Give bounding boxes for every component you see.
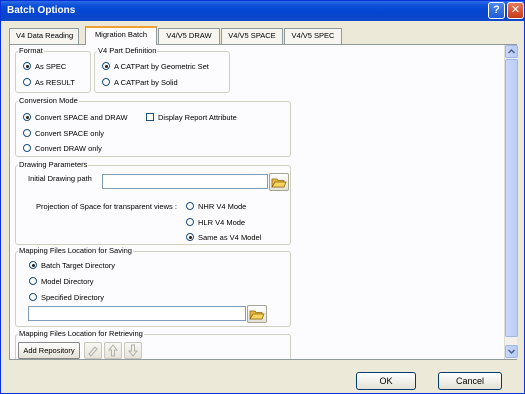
scroll-thumb[interactable] <box>505 59 518 337</box>
mapping-saving-group-label: Mapping Files Location for Saving <box>18 246 133 256</box>
initial-drawing-path-label: Initial Drawing path <box>28 174 92 183</box>
radio-label: A CATPart by Solid <box>114 78 178 87</box>
radio-label: Convert SPACE only <box>35 129 105 138</box>
radio-unselected-icon <box>23 78 31 86</box>
radio-label: As SPEC <box>35 62 67 71</box>
radio-label: Convert SPACE and DRAW <box>35 113 128 122</box>
mapping-saving-group: Mapping Files Location for Saving Batch … <box>15 246 291 327</box>
format-group: Format As SPEC As RESULT <box>15 46 91 93</box>
format-as-result-radio[interactable]: As RESULT <box>23 78 75 88</box>
add-repository-button[interactable]: Add Repository <box>18 342 80 359</box>
tab-v4-data-reading[interactable]: V4 Data Reading <box>9 28 79 44</box>
convert-draw-only-radio[interactable]: Convert DRAW only <box>23 144 102 154</box>
conversion-group-label: Conversion Mode <box>18 96 79 106</box>
convert-space-only-radio[interactable]: Convert SPACE only <box>23 129 104 139</box>
radio-selected-icon <box>29 261 37 269</box>
radio-label: Convert DRAW only <box>35 144 102 153</box>
window-title: Batch Options <box>7 5 76 16</box>
drawing-parameters-group: Drawing Parameters Initial Drawing path … <box>15 160 291 245</box>
hlr-v4-mode-radio[interactable]: HLR V4 Mode <box>186 218 245 228</box>
convert-space-draw-radio[interactable]: Convert SPACE and DRAW <box>23 113 128 123</box>
mapping-retrieving-group: Mapping Files Location for Retrieving Ad… <box>15 329 291 359</box>
radio-unselected-icon <box>23 144 31 152</box>
format-group-label: Format <box>18 46 44 56</box>
tab-v4v5-draw[interactable]: V4/V5 DRAW <box>158 28 220 44</box>
mapping-retrieving-group-label: Mapping Files Location for Retrieving <box>18 329 144 339</box>
vertical-scrollbar[interactable] <box>504 45 518 359</box>
folder-open-icon[interactable] <box>269 173 289 191</box>
scroll-down-button[interactable] <box>505 345 518 358</box>
radio-selected-icon <box>23 62 31 70</box>
tab-migration-batch[interactable]: Migration Batch <box>85 26 157 45</box>
specified-directory-input[interactable] <box>28 306 246 321</box>
radio-unselected-icon <box>29 277 37 285</box>
radio-selected-icon <box>102 62 110 70</box>
arrow-up-icon[interactable] <box>104 342 122 359</box>
v4-part-group-label: V4 Part Definition <box>97 46 158 56</box>
radio-selected-icon <box>23 113 31 121</box>
radio-label: NHR V4 Mode <box>198 202 247 211</box>
radio-unselected-icon <box>29 293 37 301</box>
pencil-icon[interactable] <box>84 342 102 359</box>
radio-label: Same as V4 Model <box>198 233 262 242</box>
radio-label: A CATPart by Geometric Set <box>114 62 209 71</box>
checkbox-label: Display Report Attribute <box>158 113 237 122</box>
close-button[interactable]: ✕ <box>507 2 524 19</box>
batch-target-directory-radio[interactable]: Batch Target Directory <box>29 261 115 271</box>
radio-selected-icon <box>186 233 194 241</box>
ok-button[interactable]: OK <box>356 372 416 390</box>
radio-label: Model Directory <box>41 277 94 286</box>
folder-open-icon[interactable] <box>247 305 267 323</box>
tab-v4v5-space[interactable]: V4/V5 SPACE <box>221 28 283 44</box>
initial-drawing-path-input[interactable] <box>102 174 268 189</box>
conversion-mode-group: Conversion Mode Convert SPACE and DRAW D… <box>15 96 291 157</box>
same-as-v4-model-radio[interactable]: Same as V4 Model <box>186 233 261 243</box>
radio-label: HLR V4 Mode <box>198 218 246 227</box>
title-bar: Batch Options ? ✕ <box>1 1 524 21</box>
scroll-up-button[interactable] <box>505 45 518 58</box>
tab-v4v5-spec[interactable]: V4/V5 SPEC <box>284 28 342 44</box>
radio-label: Specified Directory <box>41 293 104 302</box>
model-directory-radio[interactable]: Model Directory <box>29 277 94 287</box>
cancel-button[interactable]: Cancel <box>438 372 502 390</box>
radio-label: Batch Target Directory <box>41 261 116 270</box>
display-report-attribute-checkbox[interactable]: Display Report Attribute <box>146 113 237 123</box>
format-as-spec-radio[interactable]: As SPEC <box>23 62 66 72</box>
checkbox-icon <box>146 113 154 121</box>
help-button[interactable]: ? <box>488 2 505 19</box>
radio-unselected-icon <box>186 202 194 210</box>
radio-unselected-icon <box>186 218 194 226</box>
tab-panel: Format As SPEC As RESULT V4 Part Definit… <box>9 44 518 360</box>
arrow-down-icon[interactable] <box>124 342 142 359</box>
solid-radio[interactable]: A CATPart by Solid <box>102 78 178 88</box>
radio-unselected-icon <box>23 129 31 137</box>
nhr-v4-mode-radio[interactable]: NHR V4 Mode <box>186 202 246 212</box>
geometric-set-radio[interactable]: A CATPart by Geometric Set <box>102 62 209 72</box>
scroll-content: Format As SPEC As RESULT V4 Part Definit… <box>10 45 504 359</box>
drawing-group-label: Drawing Parameters <box>18 160 89 170</box>
v4-part-definition-group: V4 Part Definition A CATPart by Geometri… <box>94 46 230 93</box>
specified-directory-radio[interactable]: Specified Directory <box>29 293 104 303</box>
radio-unselected-icon <box>102 78 110 86</box>
radio-label: As RESULT <box>35 78 75 87</box>
projection-label: Projection of Space for transparent view… <box>36 202 177 211</box>
batch-options-dialog: Batch Options ? ✕ V4 Data Reading Migrat… <box>0 0 525 394</box>
